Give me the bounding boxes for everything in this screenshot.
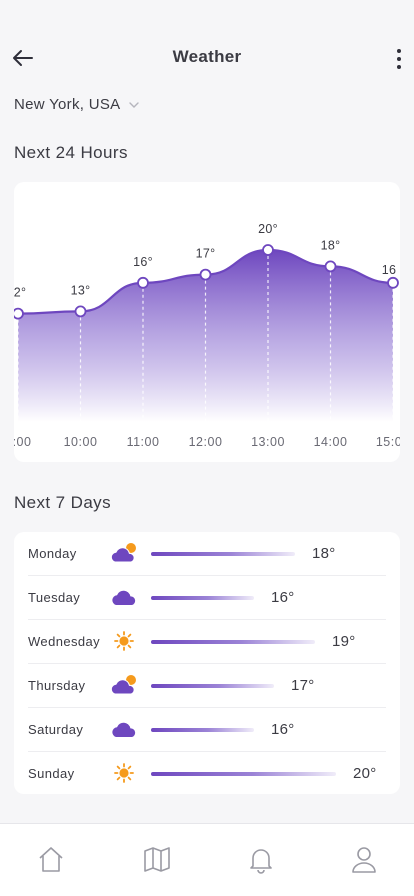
page-title: Weather [172, 47, 242, 66]
chart-data-label: 18° [321, 238, 341, 252]
temperature-bar [151, 728, 254, 732]
chart-data-label: 16 [382, 263, 397, 277]
more-vertical-icon[interactable] [394, 47, 404, 71]
location-selector[interactable]: New York, USA [14, 96, 140, 113]
chart-data-point[interactable] [199, 268, 212, 281]
daily-forecast-row[interactable]: Thursday 17° [14, 664, 400, 708]
app-header: Weather [0, 0, 414, 90]
day-name: Sunday [28, 766, 75, 781]
sun-icon [114, 763, 134, 783]
chart-data-point[interactable] [262, 244, 274, 256]
chart-data-point[interactable] [14, 307, 24, 320]
chart-data-point[interactable] [387, 276, 399, 289]
day-temperature: 18° [312, 545, 336, 562]
daily-forecast-row[interactable]: Monday 18° [14, 532, 400, 576]
daily-section-title: Next 7 Days [14, 493, 111, 512]
user-icon[interactable] [349, 844, 379, 874]
sun-icon [114, 631, 134, 651]
daily-forecast-row[interactable]: Sunday 20° [14, 752, 400, 794]
daily-forecast-row[interactable]: Tuesday 16° [14, 576, 400, 620]
chart-data-label: 20° [258, 222, 278, 236]
day-temperature: 20° [353, 765, 377, 782]
hourly-chart-card: 2° 13° 16° 17° 20° 18° 16 :00 10:00 11:00 12:00 13… [14, 182, 400, 462]
chart-data-label: 16° [133, 255, 153, 269]
chart-data-point[interactable] [324, 260, 337, 273]
temperature-bar [151, 684, 274, 688]
day-temperature: 17° [291, 677, 315, 694]
chart-data-point[interactable] [74, 305, 87, 318]
daily-forecast-row[interactable]: Wednesday 19° [14, 620, 400, 664]
cloud-icon [112, 722, 136, 737]
chart-data-label: 17° [196, 247, 216, 261]
home-icon[interactable] [36, 844, 66, 874]
chart-data-label: 13° [71, 283, 91, 297]
partly-cloudy-icon [110, 675, 136, 695]
temperature-bar [151, 552, 295, 556]
chart-x-tick-label: 11:00 [127, 435, 160, 449]
hourly-section-title: Next 24 Hours [14, 143, 128, 162]
chart-x-tick-label: :00 [14, 435, 31, 449]
chevron-down-icon [129, 101, 140, 108]
day-temperature: 19° [332, 633, 356, 650]
chart-data-label: 2° [14, 286, 26, 300]
chart-x-tick-label: 13:00 [251, 435, 285, 449]
day-name: Wednesday [28, 634, 101, 649]
chart-x-tick-label: 15:0 [376, 435, 400, 449]
day-name: Saturday [28, 722, 84, 737]
chart-data-point[interactable] [137, 276, 149, 289]
day-name: Tuesday [28, 590, 81, 605]
daily-forecast-row[interactable]: Saturday 16° [14, 708, 400, 752]
chart-x-tick-label: 12:00 [189, 435, 223, 449]
day-name: Monday [28, 546, 77, 561]
partly-cloudy-icon [110, 543, 136, 563]
cloud-icon [112, 590, 136, 605]
temperature-bar [151, 772, 336, 776]
hourly-temperature-chart: 2° 13° 16° 17° 20° 18° 16 :00 10:00 11:00 12:00 13… [14, 222, 400, 449]
bottom-tab-bar [0, 823, 414, 896]
day-temperature: 16° [271, 589, 295, 606]
location-label: New York, USA [14, 96, 121, 113]
daily-forecast-card: Monday 18° Tuesday 16° Wednesday 19° Thursday 1… [14, 532, 400, 794]
temperature-bar [151, 596, 254, 600]
chart-x-tick-label: 14:00 [314, 435, 348, 449]
day-name: Thursday [28, 678, 86, 693]
chart-x-tick-label: 10:00 [64, 435, 98, 449]
bell-icon[interactable] [246, 844, 276, 874]
map-icon[interactable] [142, 844, 172, 874]
day-temperature: 16° [271, 721, 295, 738]
temperature-bar [151, 640, 315, 644]
